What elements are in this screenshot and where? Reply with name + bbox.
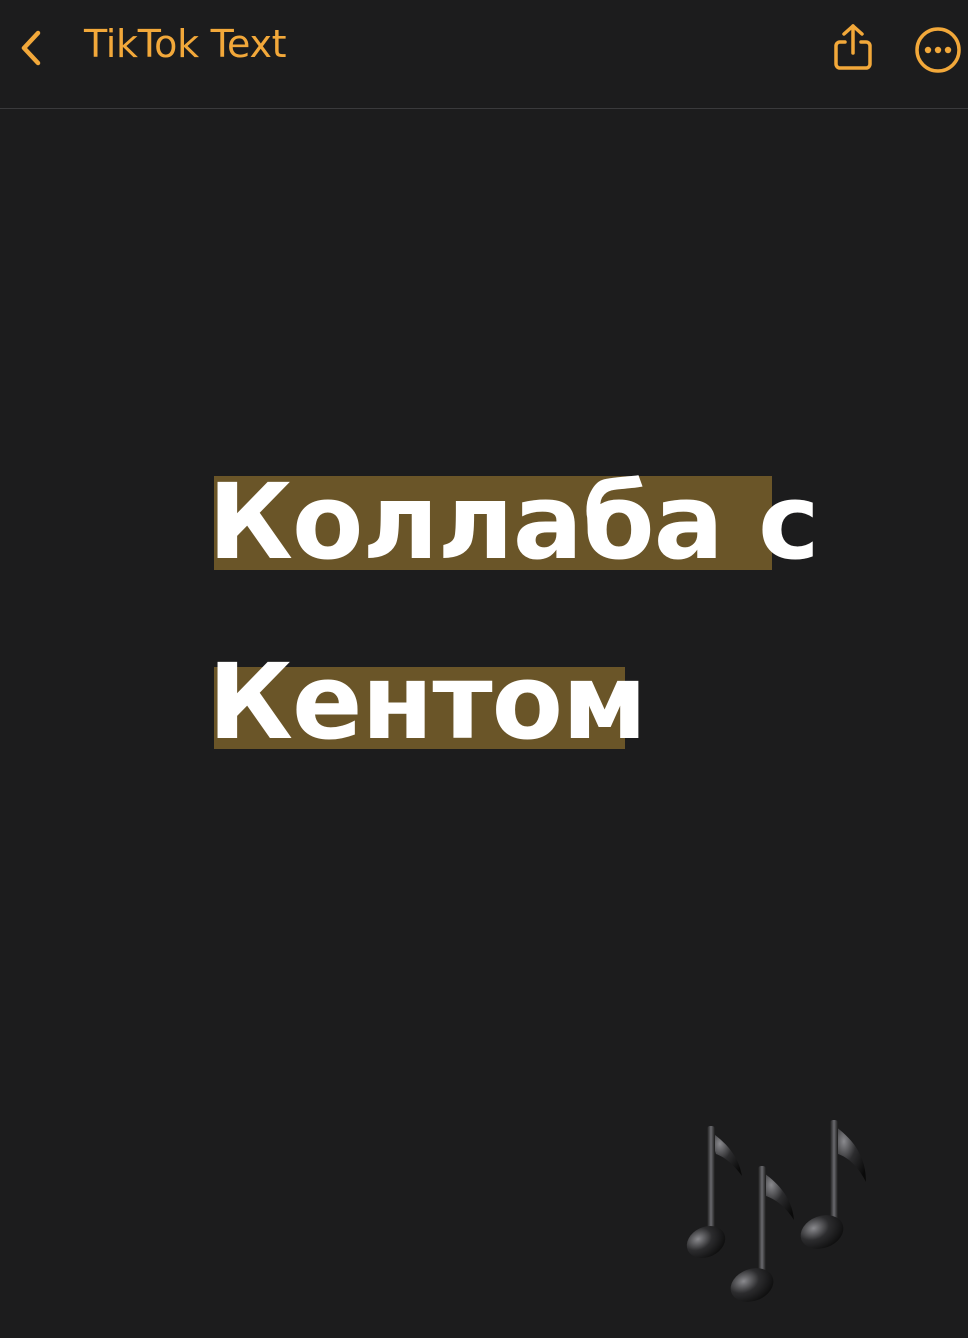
navigation-bar: TikTok Text — [0, 0, 968, 109]
share-icon — [834, 24, 872, 70]
notes-app: TikTok Text Коллаба с Кентом — [0, 0, 968, 1338]
share-button[interactable] — [830, 22, 876, 72]
musical-notes-icon — [686, 1120, 866, 1302]
more-options-button[interactable] — [914, 26, 962, 74]
note-title[interactable]: TikTok Text — [84, 20, 287, 68]
note-line-2[interactable]: Кентом — [208, 650, 647, 754]
ellipsis-circle-icon — [915, 27, 961, 73]
back-button[interactable] — [14, 24, 54, 72]
chevron-left-icon — [21, 30, 41, 66]
note-line-1[interactable]: Коллаба с — [208, 470, 820, 574]
